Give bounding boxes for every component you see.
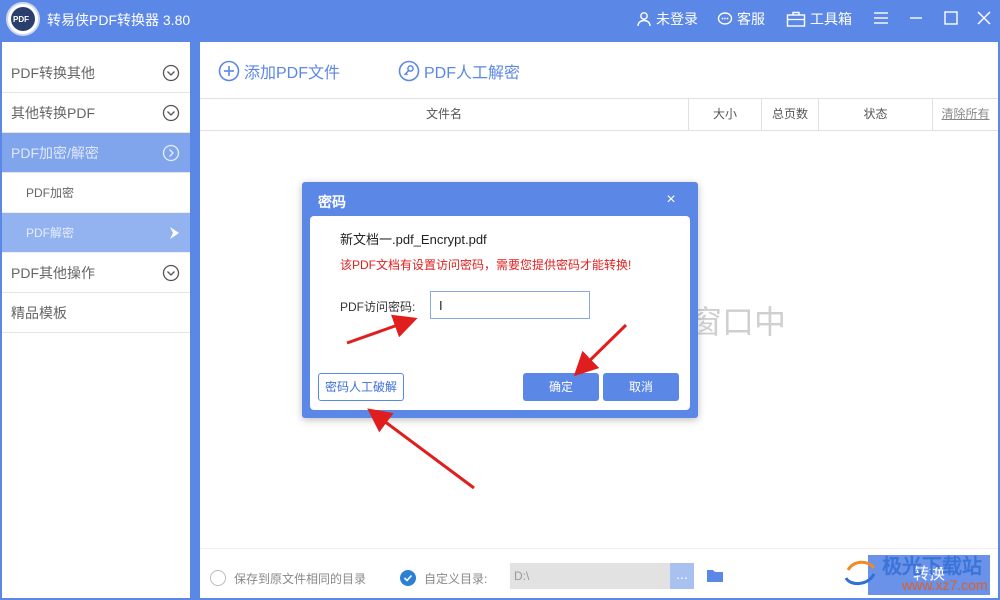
- chevron-right-circle-icon: [162, 144, 180, 162]
- user-icon: [637, 12, 651, 27]
- manual-crack-button[interactable]: 密码人工破解: [318, 373, 404, 401]
- app-logo: PDF: [6, 2, 40, 36]
- sidebar-item-encrypt-decrypt[interactable]: PDF加密/解密: [2, 133, 190, 173]
- password-dialog: 密码 × 新文档一.pdf_Encrypt.pdf 该PDF文档有设置访问密码，…: [302, 182, 698, 418]
- dialog-title: 密码: [318, 194, 346, 210]
- password-label: PDF访问密码:: [340, 300, 416, 314]
- password-input[interactable]: [430, 291, 590, 319]
- maximize-icon[interactable]: [941, 8, 961, 28]
- sidebar-item-label: 其他转换PDF: [11, 104, 95, 121]
- sidebar-item-pdf-to-other[interactable]: PDF转换其他: [2, 53, 190, 93]
- watermark-logo: 极光下载站 www.xz7.com: [840, 544, 1000, 600]
- output-path-field[interactable]: D:\: [510, 563, 670, 589]
- chevron-down-circle-icon: [162, 264, 180, 282]
- login-button[interactable]: 未登录: [636, 9, 698, 29]
- confirm-button[interactable]: 确定: [523, 373, 599, 401]
- plus-circle-icon: [218, 60, 240, 82]
- sidebar-sub-encrypt[interactable]: PDF加密: [2, 173, 190, 213]
- cancel-button[interactable]: 取消: [603, 373, 679, 401]
- dialog-body: 新文档一.pdf_Encrypt.pdf 该PDF文档有设置访问密码，需要您提供…: [310, 216, 690, 410]
- sidebar-item-templates[interactable]: 精品模板: [2, 293, 190, 333]
- add-pdf-button[interactable]: 添加PDF文件: [218, 59, 340, 83]
- check-icon: [403, 574, 413, 582]
- service-label: 客服: [737, 11, 765, 27]
- sidebar-item-label: PDF其他操作: [11, 264, 95, 281]
- custom-dir-label: 自定义目录:: [424, 572, 488, 586]
- toolbox-label: 工具箱: [810, 11, 852, 27]
- clear-all-link[interactable]: 清除所有: [932, 99, 998, 130]
- dialog-close-icon[interactable]: ×: [662, 191, 680, 209]
- column-filename: 文件名: [425, 107, 462, 121]
- sidebar-sub-label: PDF加密: [26, 186, 75, 200]
- sidebar-item-label: PDF转换其他: [11, 64, 95, 81]
- chat-icon: [717, 12, 733, 25]
- sidebar-item-other-to-pdf[interactable]: 其他转换PDF: [2, 93, 190, 133]
- browse-button[interactable]: ...: [670, 563, 694, 589]
- menu-icon[interactable]: [871, 8, 891, 28]
- add-pdf-label: 添加PDF文件: [244, 65, 341, 82]
- toolbox-icon: [786, 11, 806, 27]
- minimize-icon[interactable]: [906, 8, 926, 28]
- close-icon[interactable]: [974, 8, 994, 28]
- folder-icon[interactable]: [706, 567, 724, 583]
- dialog-warning: 该PDF文档有设置访问密码，需要您提供密码才能转换!: [340, 258, 632, 272]
- toolbox-button[interactable]: 工具箱: [786, 9, 852, 29]
- sidebar-item-label: PDF加密/解密: [11, 144, 99, 161]
- play-arrow-icon: [170, 227, 179, 239]
- sidebar-item-other-ops[interactable]: PDF其他操作: [2, 253, 190, 293]
- login-label: 未登录: [656, 11, 698, 27]
- service-button[interactable]: 客服: [717, 9, 765, 29]
- table-header: 文件名 大小 总页数 状态 清除所有: [200, 98, 998, 131]
- same-dir-label: 保存到原文件相同的目录: [234, 572, 367, 586]
- chevron-down-circle-icon: [162, 64, 180, 82]
- swirl-icon: [844, 560, 876, 585]
- column-status: 状态: [818, 99, 932, 130]
- title-bar: PDF 转易侠PDF转换器 3.80 未登录 客服 工具箱: [0, 0, 1000, 38]
- manual-decrypt-button[interactable]: PDF人工解密: [398, 59, 520, 83]
- watermark-url: www.xz7.com: [902, 577, 988, 593]
- manual-decrypt-label: PDF人工解密: [424, 65, 521, 82]
- chevron-down-circle-icon: [162, 104, 180, 122]
- drop-hint: 窗口中: [690, 304, 787, 340]
- key-icon: [398, 60, 420, 82]
- app-title: 转易侠PDF转换器 3.80: [47, 12, 191, 28]
- sidebar-sub-decrypt[interactable]: PDF解密: [2, 213, 190, 253]
- dialog-file-name: 新文档一.pdf_Encrypt.pdf: [340, 232, 487, 247]
- watermark-text: 极光下载站: [882, 556, 982, 578]
- custom-dir-radio[interactable]: [400, 570, 416, 586]
- sidebar: PDF转换其他 其他转换PDF PDF加密/解密 PDF加密 PDF解密 PDF…: [2, 42, 190, 598]
- column-pages: 总页数: [761, 99, 818, 130]
- sidebar-sub-label: PDF解密: [26, 226, 75, 240]
- same-dir-radio[interactable]: [210, 570, 226, 586]
- column-size: 大小: [688, 99, 761, 130]
- sidebar-item-label: 精品模板: [11, 304, 67, 321]
